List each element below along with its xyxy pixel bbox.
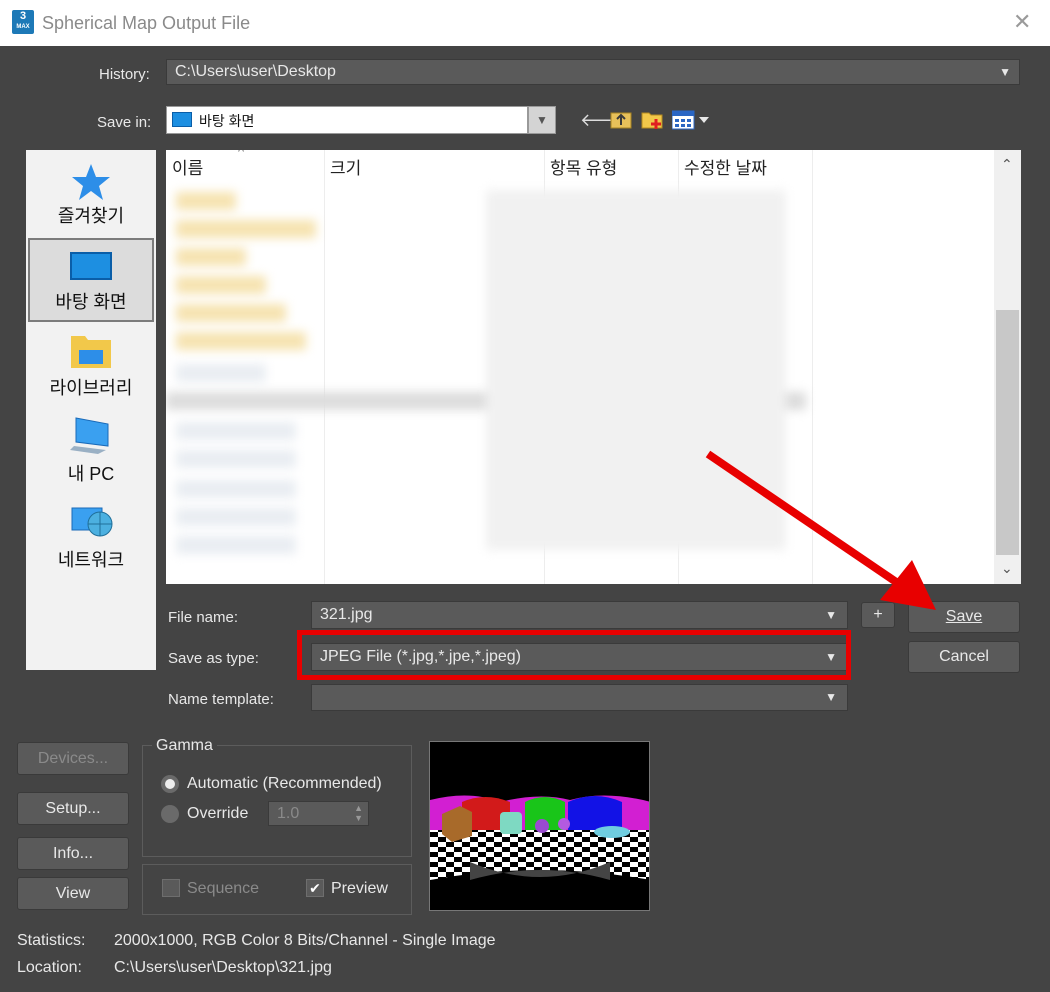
desktop-icon — [172, 112, 192, 127]
place-this-pc[interactable]: 내 PC — [26, 416, 156, 496]
save-in-dropdown[interactable]: 바탕 화면 — [166, 106, 528, 134]
gamma-title: Gamma — [152, 737, 217, 755]
preview-checkbox[interactable]: ✔ — [306, 879, 324, 897]
override-value: 1.0 — [277, 805, 300, 822]
chevron-up-icon[interactable]: ⌃ — [1001, 156, 1013, 173]
name-template-dropdown[interactable]: ▼ — [311, 684, 848, 711]
sort-ascending-icon: ^ — [238, 150, 245, 159]
spinner-arrows-icon[interactable]: ▲ ▼ — [354, 803, 363, 823]
place-network[interactable]: 네트워크 — [26, 502, 156, 582]
window-title: Spherical Map Output File — [42, 13, 251, 33]
annotation-highlight-box — [297, 630, 851, 680]
computer-icon — [70, 417, 109, 454]
list-item[interactable] — [176, 304, 286, 322]
sequence-checkbox[interactable] — [162, 879, 180, 897]
column-header-date[interactable]: 수정한 날짜 — [678, 150, 812, 182]
list-item[interactable] — [176, 332, 306, 350]
save-as-type-label: Save as type: — [168, 650, 259, 667]
info-button[interactable]: Info... — [17, 837, 129, 870]
preview-label: Preview — [331, 880, 388, 897]
list-item[interactable] — [176, 364, 266, 382]
list-item[interactable] — [176, 480, 296, 498]
history-label: History: — [99, 66, 150, 83]
setup-button[interactable]: Setup... — [17, 792, 129, 825]
list-item[interactable] — [176, 450, 296, 468]
sequence-label: Sequence — [187, 880, 260, 897]
devices-button[interactable]: Devices... — [17, 742, 129, 775]
list-item[interactable] — [176, 508, 296, 526]
list-item[interactable] — [176, 276, 266, 294]
scrollbar-thumb[interactable] — [996, 310, 1019, 555]
network-icon — [71, 507, 113, 537]
name-template-label: Name template: — [168, 691, 274, 708]
save-in-label: Save in: — [97, 114, 152, 131]
override-label: Override — [187, 805, 249, 822]
chevron-down-icon: ▼ — [999, 65, 1011, 79]
automatic-radio[interactable] — [161, 775, 179, 793]
override-radio[interactable] — [161, 805, 179, 823]
override-value-spinner[interactable]: 1.0 ▲ ▼ — [268, 801, 369, 826]
up-folder-icon[interactable] — [609, 107, 633, 131]
column-header-size[interactable]: 크기 — [324, 150, 544, 182]
save-in-value: 바탕 화면 — [199, 113, 255, 129]
library-icon — [71, 336, 111, 368]
location-value: C:\Users\user\Desktop\321.jpg — [114, 959, 332, 976]
places-bar: 즐겨찾기 바탕 화면 라이브러리 내 PC 네트워크 — [26, 150, 156, 670]
history-value: C:\Users\user\Desktop — [175, 63, 336, 80]
location-label: Location: — [17, 959, 82, 976]
view-menu-icon[interactable] — [672, 110, 712, 130]
list-item[interactable] — [176, 192, 236, 210]
statistics-label: Statistics: — [17, 932, 86, 949]
image-preview — [429, 741, 650, 911]
desktop-icon — [70, 252, 112, 280]
new-folder-icon[interactable] — [640, 107, 666, 131]
column-header-name[interactable]: 이름 ^ — [166, 150, 324, 182]
list-item[interactable] — [176, 248, 246, 266]
cancel-button[interactable]: Cancel — [908, 641, 1020, 673]
list-item[interactable] — [176, 536, 296, 554]
view-button[interactable]: View — [17, 877, 129, 910]
annotation-arrow — [705, 450, 936, 610]
file-name-value: 321.jpg — [320, 606, 373, 623]
chevron-down-icon[interactable]: ⌄ — [1001, 560, 1013, 577]
list-item[interactable] — [176, 422, 296, 440]
statistics-value: 2000x1000, RGB Color 8 Bits/Channel - Si… — [114, 932, 496, 949]
automatic-label: Automatic (Recommended) — [187, 775, 382, 792]
chevron-down-icon: ▼ — [825, 690, 837, 704]
list-item[interactable] — [176, 220, 316, 238]
star-icon — [72, 164, 110, 200]
history-dropdown[interactable]: C:\Users\user\Desktop ▼ — [166, 59, 1020, 85]
place-favorites[interactable]: 즐겨찾기 — [26, 160, 156, 240]
chevron-down-icon[interactable]: ▼ — [528, 106, 556, 134]
3dsmax-icon: 3 MAX — [12, 10, 34, 34]
close-icon[interactable]: ✕ — [1013, 9, 1031, 35]
place-desktop[interactable]: 바탕 화면 — [28, 238, 154, 322]
place-libraries[interactable]: 라이브러리 — [26, 332, 156, 412]
column-header-type[interactable]: 항목 유형 — [544, 150, 678, 182]
file-name-label: File name: — [168, 609, 239, 626]
